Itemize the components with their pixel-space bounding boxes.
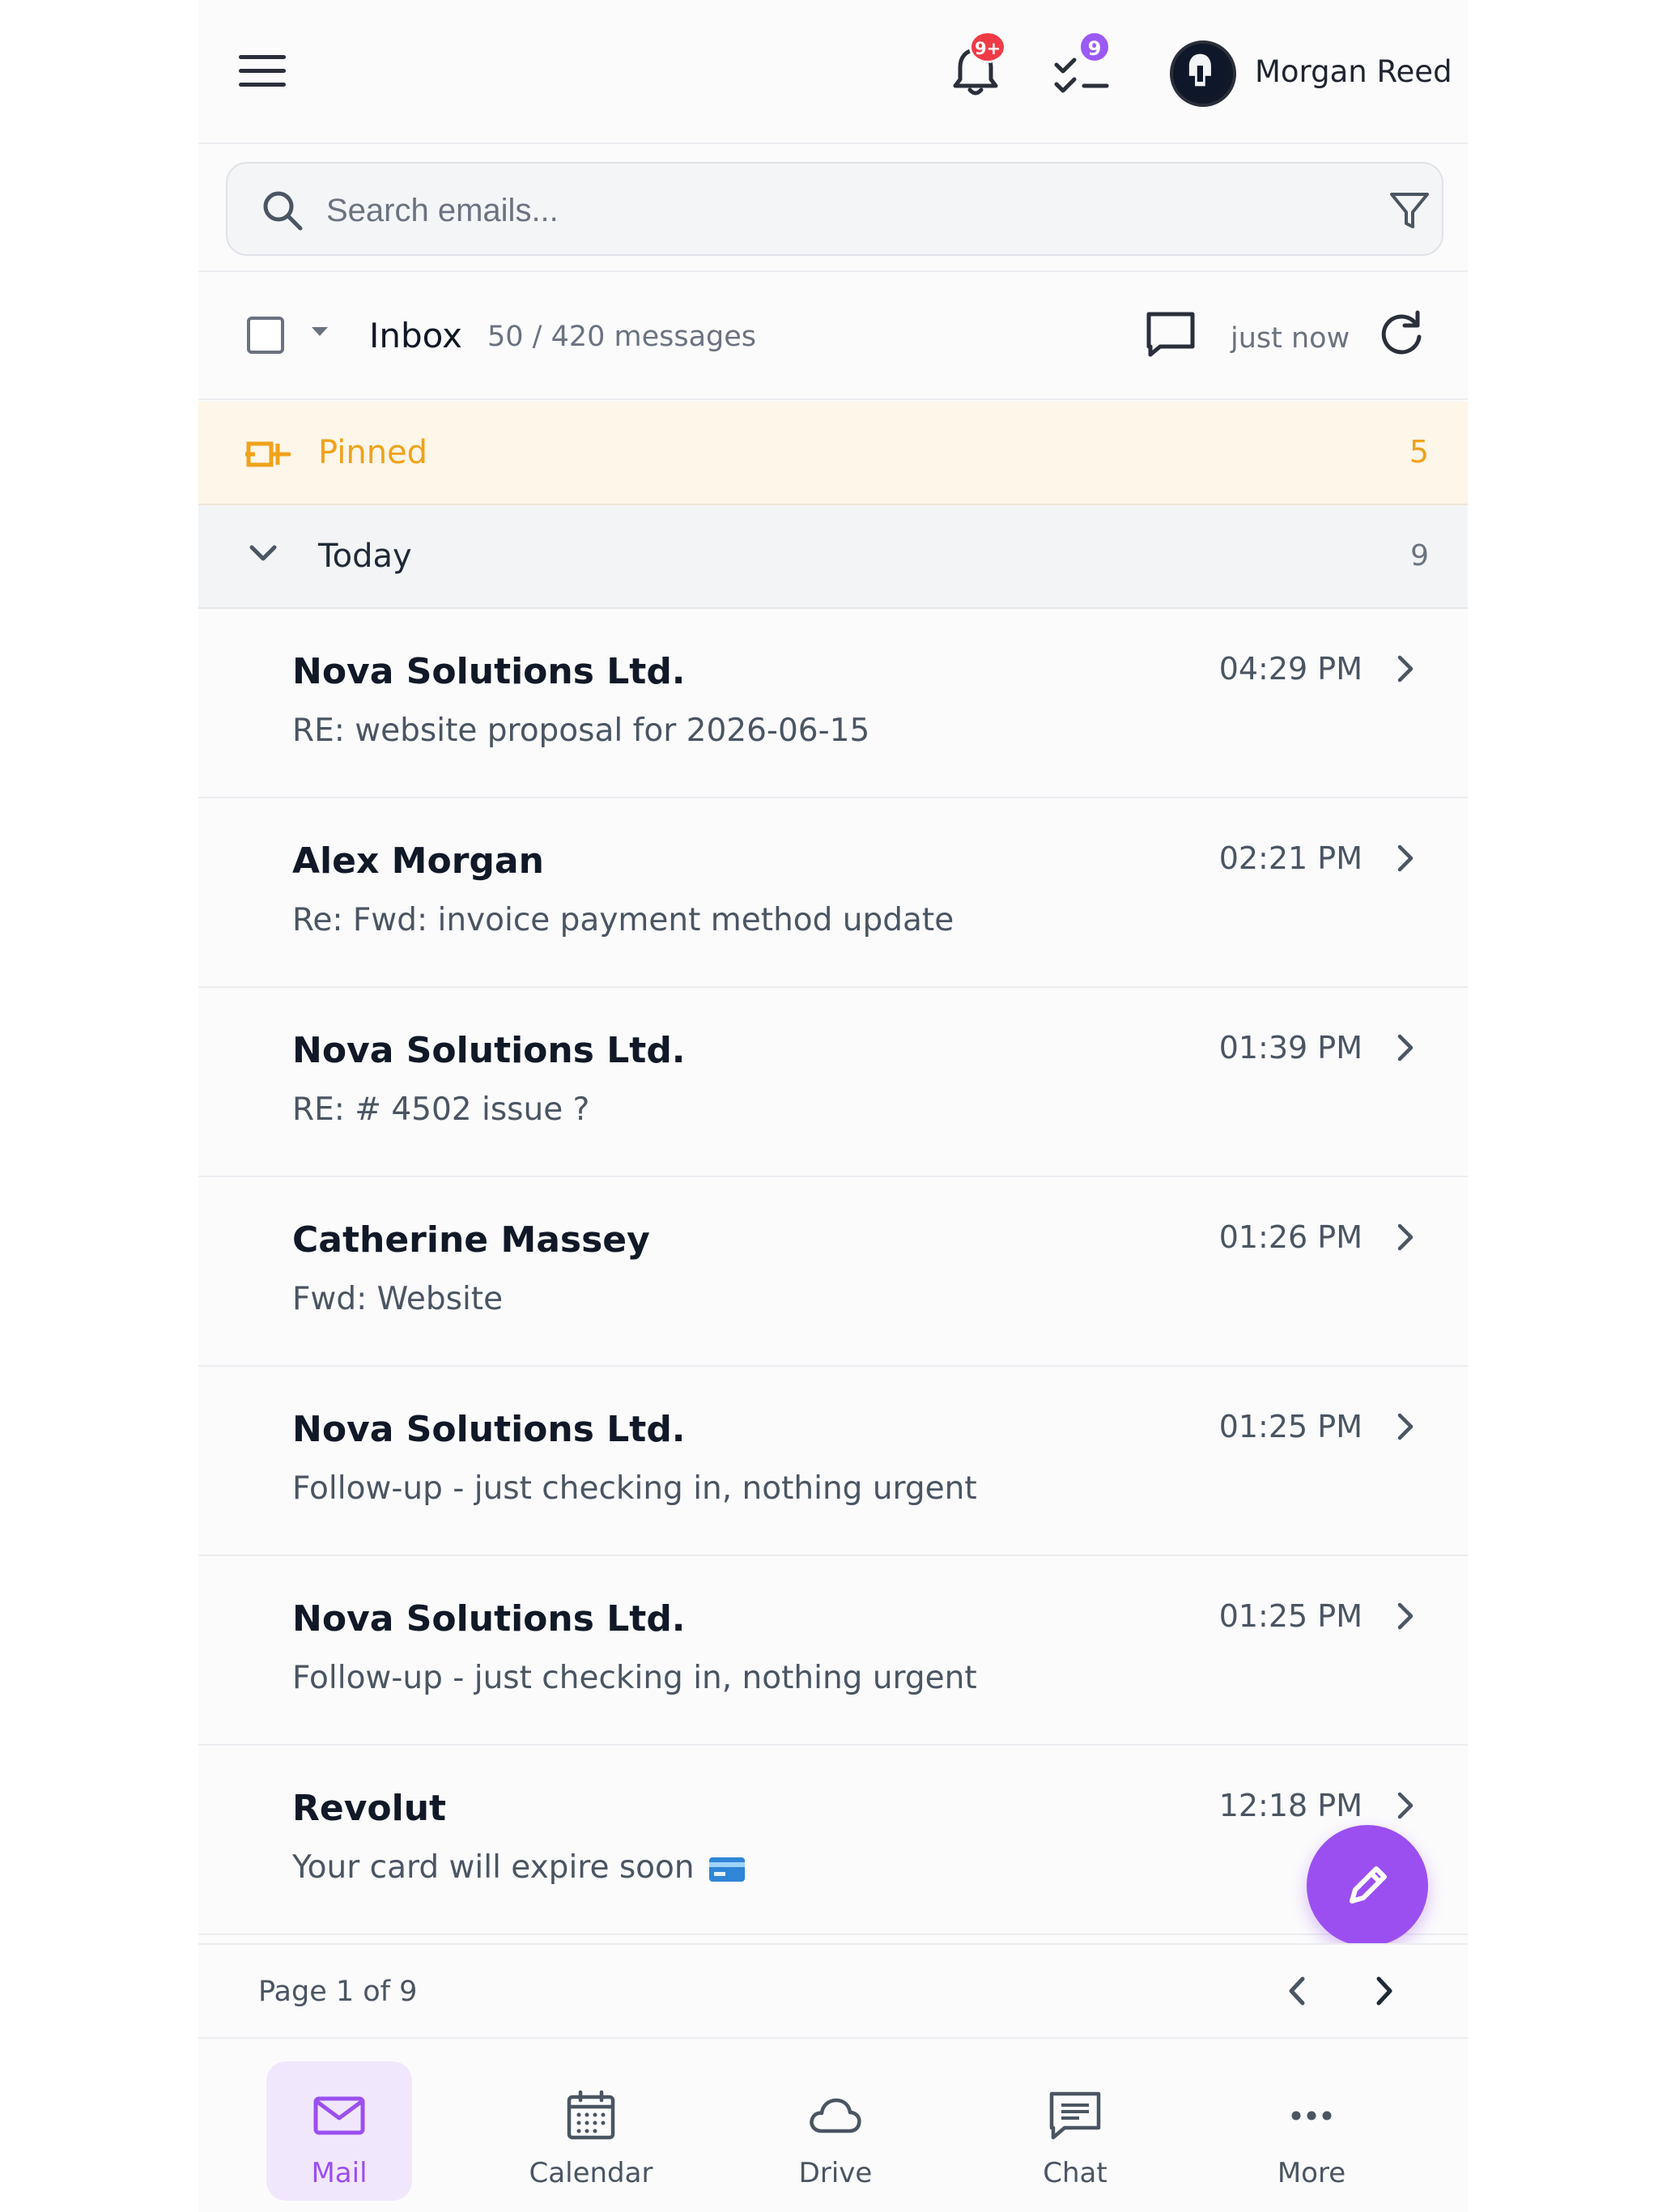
pinned-label: Pinned [318, 434, 428, 471]
next-page-icon[interactable] [1369, 1971, 1401, 2011]
search-icon[interactable] [258, 186, 307, 235]
email-row[interactable]: Nova Solutions Ltd. Follow-up - just che… [198, 1556, 1468, 1746]
email-sender: Nova Solutions Ltd. [292, 1598, 686, 1640]
nav-label: Calendar [529, 2157, 653, 2189]
nav-label: Mail [311, 2157, 368, 2189]
nav-more[interactable]: More [1239, 2061, 1384, 2201]
select-all-checkbox[interactable] [247, 317, 284, 354]
credit-card-icon [708, 1857, 745, 1882]
nav-calendar[interactable]: Calendar [518, 2061, 664, 2201]
bottom-navigation: Mail Calendar Drive Chat More [198, 2040, 1468, 2212]
email-sender: Alex Morgan [292, 840, 544, 882]
page-indicator: Page 1 of 9 [258, 1976, 418, 2008]
calendar-icon [567, 2090, 615, 2140]
email-sender: Revolut [292, 1788, 447, 1829]
more-icon [1291, 2111, 1332, 2121]
email-sender: Catherine Massey [292, 1219, 650, 1261]
message-count: 50 / 420 messages [487, 321, 757, 353]
user-name[interactable]: Morgan Reed [1255, 54, 1452, 89]
email-row[interactable]: Catherine Massey Fwd: Website 01:26 PM [198, 1177, 1468, 1367]
email-subject: Your card will expire soon [292, 1849, 695, 1886]
email-row[interactable]: Revolut Your card will expire soon 12:18… [198, 1746, 1468, 1935]
email-row[interactable]: Nova Solutions Ltd. RE: # 4502 issue ? 0… [198, 988, 1468, 1177]
chevron-right-icon [1397, 1602, 1414, 1630]
email-list: Nova Solutions Ltd. RE: website proposal… [198, 609, 1468, 1935]
email-row[interactable]: Alex Morgan Re: Fwd: invoice payment met… [198, 798, 1468, 988]
pencil-icon [1350, 1866, 1387, 1904]
mail-app: 9+ 9 Morgan Reed Search emails... Inbox … [198, 0, 1468, 2212]
chevron-right-icon [1397, 1034, 1414, 1061]
pinned-section[interactable]: Pinned 5 [198, 402, 1468, 505]
nav-label: More [1277, 2157, 1346, 2189]
nav-drive[interactable]: Drive [763, 2061, 908, 2201]
email-subject: Re: Fwd: invoice payment method update [292, 902, 954, 938]
email-sender: Nova Solutions Ltd. [292, 651, 686, 692]
notifications-badge: 9+ [969, 31, 1007, 63]
previous-page-icon[interactable] [1280, 1971, 1312, 2011]
last-updated: just now [1231, 322, 1350, 355]
email-time: 12:18 PM [1218, 1788, 1363, 1823]
chevron-down-icon [249, 545, 277, 561]
tasks-badge: 9 [1078, 31, 1111, 63]
email-subject: Follow-up - just checking in, nothing ur… [292, 1470, 977, 1507]
cloud-icon [810, 2098, 861, 2133]
avatar[interactable] [1170, 40, 1236, 107]
pinned-count: 5 [1409, 434, 1429, 470]
filter-icon[interactable] [1387, 188, 1432, 233]
mail-icon [313, 2096, 365, 2135]
email-subject-row: Your card will expire soon [292, 1849, 745, 1886]
email-row[interactable]: Nova Solutions Ltd. RE: website proposal… [198, 609, 1468, 798]
chevron-right-icon [1397, 655, 1414, 683]
today-group-header[interactable]: Today 9 [198, 505, 1468, 609]
chevron-right-icon [1397, 844, 1414, 872]
select-dropdown-icon[interactable] [312, 327, 328, 336]
email-time: 01:39 PM [1218, 1030, 1363, 1066]
email-time: 02:21 PM [1218, 840, 1363, 876]
today-count: 9 [1410, 539, 1429, 572]
folder-title: Inbox [369, 316, 462, 355]
top-bar: 9+ 9 Morgan Reed [198, 0, 1468, 144]
chevron-right-icon [1397, 1792, 1414, 1819]
avatar-image [1173, 44, 1226, 97]
email-sender: Nova Solutions Ltd. [292, 1409, 686, 1450]
email-time: 04:29 PM [1218, 651, 1363, 687]
chevron-right-icon [1397, 1413, 1414, 1440]
email-subject: RE: # 4502 issue ? [292, 1091, 590, 1128]
refresh-icon[interactable] [1375, 308, 1427, 359]
email-sender: Nova Solutions Ltd. [292, 1030, 686, 1071]
email-row[interactable]: Nova Solutions Ltd. Follow-up - just che… [198, 1367, 1468, 1556]
email-time: 01:26 PM [1218, 1219, 1363, 1255]
search-box [226, 162, 1443, 256]
menu-icon[interactable] [239, 55, 286, 89]
pagination: Page 1 of 9 [198, 1943, 1468, 2039]
chat-icon [1049, 2091, 1101, 2140]
email-subject: RE: website proposal for 2026-06-15 [292, 713, 870, 749]
search-input[interactable] [326, 186, 1298, 235]
email-time: 01:25 PM [1218, 1598, 1363, 1634]
nav-label: Drive [798, 2157, 873, 2189]
conversation-view-icon[interactable] [1142, 306, 1199, 363]
today-label: Today [318, 538, 412, 575]
search-bar [198, 146, 1468, 272]
email-subject: Fwd: Website [292, 1281, 504, 1317]
email-subject: Follow-up - just checking in, nothing ur… [292, 1660, 977, 1696]
inbox-toolbar: Inbox 50 / 420 messages just now [198, 274, 1468, 400]
nav-mail[interactable]: Mail [266, 2061, 412, 2201]
compose-button[interactable] [1307, 1825, 1428, 1946]
email-time: 01:25 PM [1218, 1409, 1363, 1444]
pin-icon [245, 441, 291, 467]
nav-chat[interactable]: Chat [1002, 2061, 1148, 2201]
chevron-right-icon [1397, 1223, 1414, 1251]
nav-label: Chat [1043, 2157, 1107, 2189]
